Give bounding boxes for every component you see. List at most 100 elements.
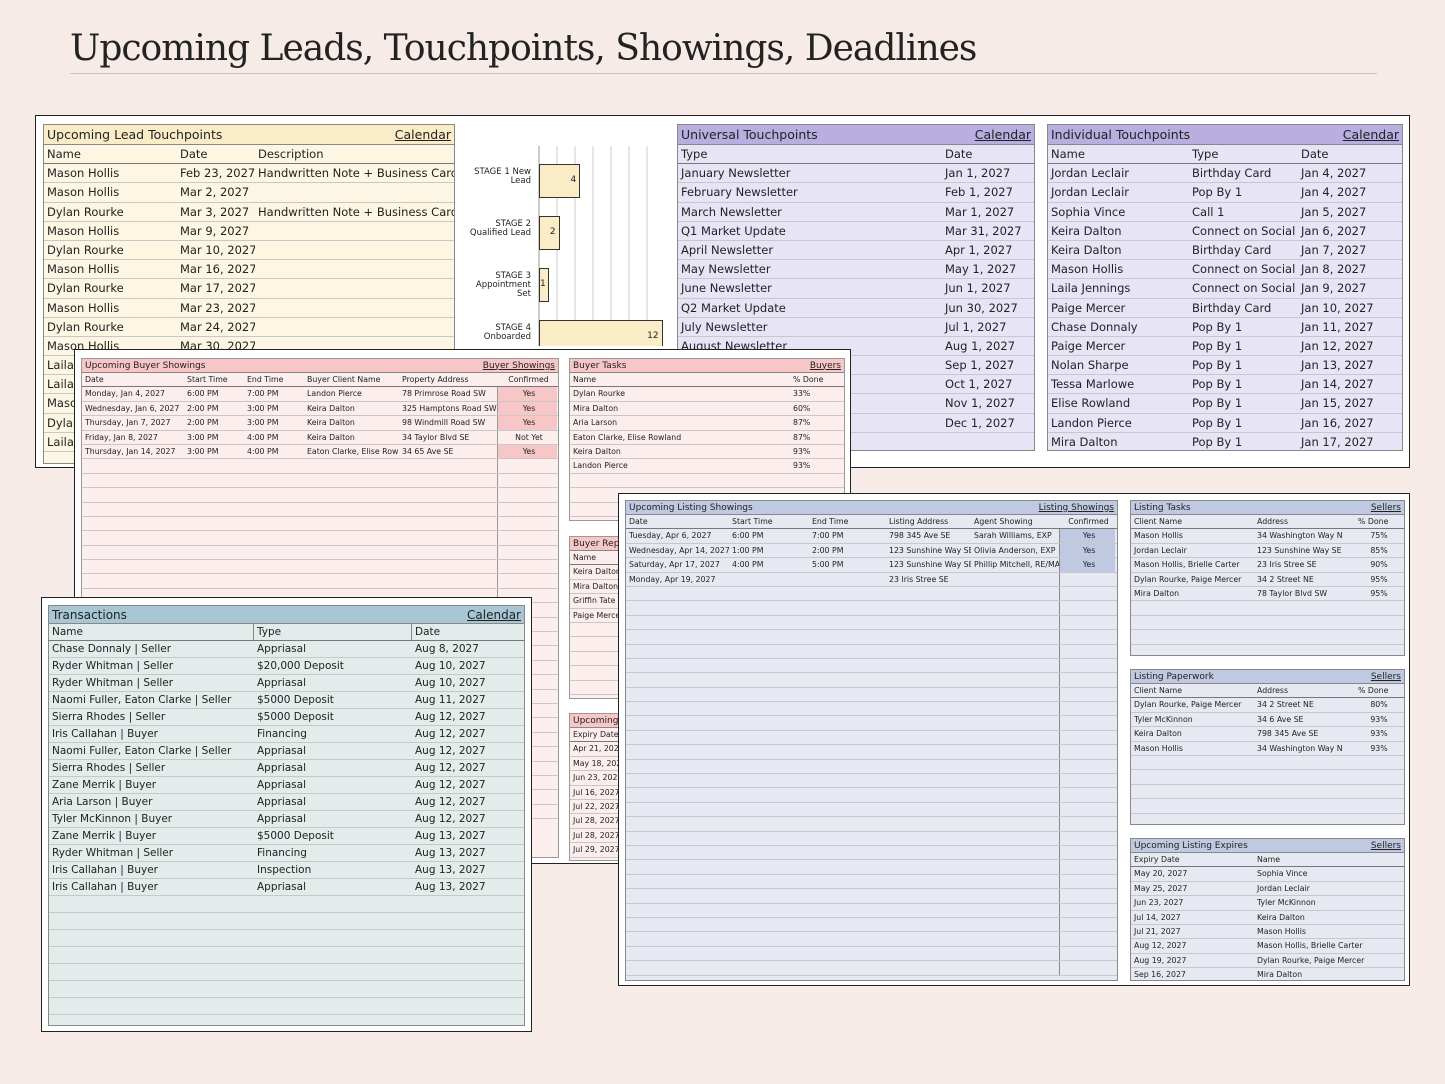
calendar-link[interactable]: Calendar: [1343, 127, 1399, 142]
table-row[interactable]: Dylan Rourke Mar 17, 2027: [44, 279, 454, 299]
table-row[interactable]: Jordan Leclair Pop By 1 Jan 4, 2027: [1048, 183, 1402, 203]
sellers-link[interactable]: Sellers: [1371, 841, 1401, 851]
table-row[interactable]: Sierra Rhodes | Seller Appriasal Aug 12, 2…: [49, 760, 524, 777]
table-row[interactable]: Mason Hollis Connect on Social Jan 8, 2027: [1048, 260, 1402, 280]
confirmed-cell[interactable]: Not Yet: [497, 430, 557, 444]
table-row[interactable]: Eaton Clarke, Elise Rowland 87%: [570, 431, 844, 445]
table-row[interactable]: Mason Hollis, Brielle Carter 23 Iris Stre…: [1131, 558, 1404, 573]
table-row[interactable]: Landon Pierce Pop By 1 Jan 16, 2027: [1048, 414, 1402, 433]
table-row[interactable]: Friday, Jan 8, 2027 3:00 PM 4:00 PM Keira D…: [82, 430, 558, 445]
table-row[interactable]: Ryder Whitman | Seller $20,000 Deposit Aug…: [49, 658, 524, 675]
table-row[interactable]: Aria Larson 87%: [570, 416, 844, 431]
table-row[interactable]: Keira Dalton Birthday Card Jan 7, 2027: [1048, 241, 1402, 261]
table-row[interactable]: Keira Dalton 798 345 Ave SE 93%: [1131, 727, 1404, 742]
table-row[interactable]: Jordan Leclair Birthday Card Jan 4, 2027: [1048, 164, 1402, 184]
table-row[interactable]: Keira Dalton Connect on Social Jan 6, 2027: [1048, 222, 1402, 241]
table-row[interactable]: Thursday, Jan 14, 2027 3:00 PM 4:00 PM Eato…: [82, 444, 558, 460]
confirmed-cell[interactable]: Yes: [1059, 543, 1115, 558]
calendar-link[interactable]: Calendar: [975, 127, 1031, 142]
table-row[interactable]: Jordan Leclair 123 Sunshine Way SE 85%: [1131, 544, 1404, 559]
table-row[interactable]: Zane Merrik | Buyer Appriasal Aug 12, 2027: [49, 777, 524, 794]
table-row[interactable]: Tessa Marlowe Pop By 1 Jan 14, 2027: [1048, 375, 1402, 395]
table-row[interactable]: Mira Dalton 78 Taylor Blvd SW 95%: [1131, 587, 1404, 602]
table-row[interactable]: Aug 19, 2027 Dylan Rourke, Paige Mercer: [1131, 954, 1404, 969]
table-row[interactable]: Landon Pierce 93%: [570, 459, 844, 474]
table-row[interactable]: Q2 Market Update Jun 30, 2027: [678, 299, 1034, 318]
confirmed-cell[interactable]: Yes: [497, 416, 557, 430]
confirmed-cell[interactable]: Yes: [497, 444, 557, 459]
table-row[interactable]: Mason Hollis Mar 16, 2027: [44, 260, 454, 280]
table-row[interactable]: Jun 23, 2027 Tyler McKinnon: [1131, 896, 1404, 911]
table-row[interactable]: Mira Dalton 60%: [570, 402, 844, 417]
table-row[interactable]: Monday, Jan 4, 2027 6:00 PM 7:00 PM Landon …: [82, 387, 558, 402]
table-row[interactable]: Sophia Vince Call 1 Jan 5, 2027: [1048, 203, 1402, 222]
table-row[interactable]: Zane Merrik | Buyer $5000 Deposit Aug 13, …: [49, 828, 524, 845]
table-row[interactable]: Nolan Sharpe Pop By 1 Jan 13, 2027: [1048, 356, 1402, 376]
cell-type: January Newsletter: [681, 166, 791, 181]
confirmed-cell[interactable]: Yes: [1059, 558, 1115, 572]
table-row[interactable]: Wednesday, Jan 6, 2027 2:00 PM 3:00 PM Keir…: [82, 401, 558, 417]
table-row[interactable]: March Newsletter Mar 1, 2027: [678, 203, 1034, 222]
table-row[interactable]: Q1 Market Update Mar 31, 2027: [678, 222, 1034, 241]
table-row[interactable]: Wednesday, Apr 14, 2027 1:00 PM 2:00 PM 123…: [626, 543, 1117, 559]
table-row[interactable]: Aria Larson | Buyer Appriasal Aug 12, 2027: [49, 794, 524, 811]
table-row[interactable]: Dylan Rourke 33%: [570, 387, 844, 402]
table-row[interactable]: Aug 12, 2027 Mason Hollis, Brielle Carter: [1131, 939, 1404, 954]
table-row[interactable]: Monday, Apr 19, 2027 23 Iris Stree SE: [626, 572, 1117, 587]
table-row[interactable]: Dylan Rourke Mar 24, 2027: [44, 318, 454, 337]
sellers-link[interactable]: Sellers: [1371, 672, 1401, 682]
confirmed-cell[interactable]: Yes: [497, 401, 557, 416]
table-row[interactable]: Sep 16, 2027 Mira Dalton: [1131, 968, 1404, 980]
table-row[interactable]: Mason Hollis Mar 2, 2027: [44, 183, 454, 203]
table-row[interactable]: January Newsletter Jan 1, 2027: [678, 164, 1034, 184]
table-row[interactable]: Elise Rowland Pop By 1 Jan 15, 2027: [1048, 394, 1402, 414]
table-row[interactable]: Iris Callahan | Buyer Financing Aug 12, 20…: [49, 726, 524, 743]
buyer-showings-link[interactable]: Buyer Showings: [483, 361, 555, 371]
table-row[interactable]: Dylan Rourke, Paige Mercer 34 2 Street NE…: [1131, 573, 1404, 587]
table-row[interactable]: June Newsletter Jun 1, 2027: [678, 279, 1034, 299]
table-row[interactable]: Naomi Fuller, Eaton Clarke | Seller Appri…: [49, 743, 524, 760]
table-row[interactable]: May Newsletter May 1, 2027: [678, 260, 1034, 280]
table-row[interactable]: Naomi Fuller, Eaton Clarke | Seller $5000…: [49, 692, 524, 709]
listing-showings-link[interactable]: Listing Showings: [1039, 503, 1114, 513]
table-row[interactable]: Tyler McKinnon 34 6 Ave SE 93%: [1131, 713, 1404, 728]
table-row[interactable]: Laila Jennings Connect on Social Jan 9, 20…: [1048, 279, 1402, 299]
table-row[interactable]: Thursday, Jan 7, 2027 2:00 PM 3:00 PM Keira…: [82, 416, 558, 431]
table-row[interactable]: Paige Mercer Pop By 1 Jan 12, 2027: [1048, 337, 1402, 357]
table-row[interactable]: Mason Hollis 34 Washington Way N 75%: [1131, 529, 1404, 544]
table-row[interactable]: May 25, 2027 Jordan Leclair: [1131, 882, 1404, 897]
table-row[interactable]: Ryder Whitman | Seller Appriasal Aug 10, 2…: [49, 675, 524, 692]
table-row[interactable]: Mason Hollis 34 Washington Way N 93%: [1131, 742, 1404, 756]
table-row[interactable]: Ryder Whitman | Seller Financing Aug 13, 2…: [49, 845, 524, 862]
calendar-link[interactable]: Calendar: [395, 127, 451, 142]
table-row[interactable]: Mason Hollis Feb 23, 2027 Handwritten Note…: [44, 164, 454, 184]
table-row[interactable]: Mira Dalton Pop By 1 Jan 17, 2027: [1048, 433, 1402, 450]
sellers-link[interactable]: Sellers: [1371, 503, 1401, 513]
confirmed-cell[interactable]: [1059, 572, 1115, 586]
table-row[interactable]: Jul 14, 2027 Keira Dalton: [1131, 911, 1404, 925]
calendar-link[interactable]: Calendar: [467, 608, 521, 622]
table-row[interactable]: Tuesday, Apr 6, 2027 6:00 PM 7:00 PM 798 34…: [626, 529, 1117, 544]
table-row[interactable]: Jul 21, 2027 Mason Hollis: [1131, 925, 1404, 940]
table-row[interactable]: Saturday, Apr 17, 2027 4:00 PM 5:00 PM 123 …: [626, 558, 1117, 573]
table-row[interactable]: Tyler McKinnon | Buyer Appriasal Aug 12, 2…: [49, 811, 524, 828]
table-row[interactable]: May 20, 2027 Sophia Vince: [1131, 867, 1404, 882]
table-row[interactable]: Dylan Rourke, Paige Mercer 34 2 Street NE…: [1131, 698, 1404, 713]
table-row[interactable]: Mason Hollis Mar 9, 2027: [44, 222, 454, 241]
buyers-link[interactable]: Buyers: [810, 361, 841, 371]
confirmed-cell[interactable]: Yes: [1059, 529, 1115, 543]
table-row[interactable]: Chase Donnaly | Seller Appriasal Aug 8, 20…: [49, 641, 524, 658]
table-row[interactable]: Dylan Rourke Mar 10, 2027: [44, 241, 454, 261]
table-row[interactable]: Keira Dalton 93%: [570, 445, 844, 460]
table-row[interactable]: February Newsletter Feb 1, 2027: [678, 183, 1034, 203]
table-row[interactable]: July Newsletter Jul 1, 2027: [678, 318, 1034, 337]
table-row[interactable]: Dylan Rourke Mar 3, 2027 Handwritten Note …: [44, 203, 454, 222]
table-row[interactable]: April Newsletter Apr 1, 2027: [678, 241, 1034, 261]
table-row[interactable]: Iris Callahan | Buyer Inspection Aug 13, 2…: [49, 862, 524, 879]
table-row[interactable]: Iris Callahan | Buyer Appriasal Aug 13, 20…: [49, 879, 524, 896]
table-row[interactable]: Chase Donnaly Pop By 1 Jan 11, 2027: [1048, 318, 1402, 337]
table-row[interactable]: Mason Hollis Mar 23, 2027: [44, 299, 454, 318]
table-row[interactable]: Sierra Rhodes | Seller $5000 Deposit Aug 1…: [49, 709, 524, 726]
confirmed-cell[interactable]: Yes: [497, 387, 557, 401]
table-row[interactable]: Paige Mercer Birthday Card Jan 10, 2027: [1048, 299, 1402, 318]
